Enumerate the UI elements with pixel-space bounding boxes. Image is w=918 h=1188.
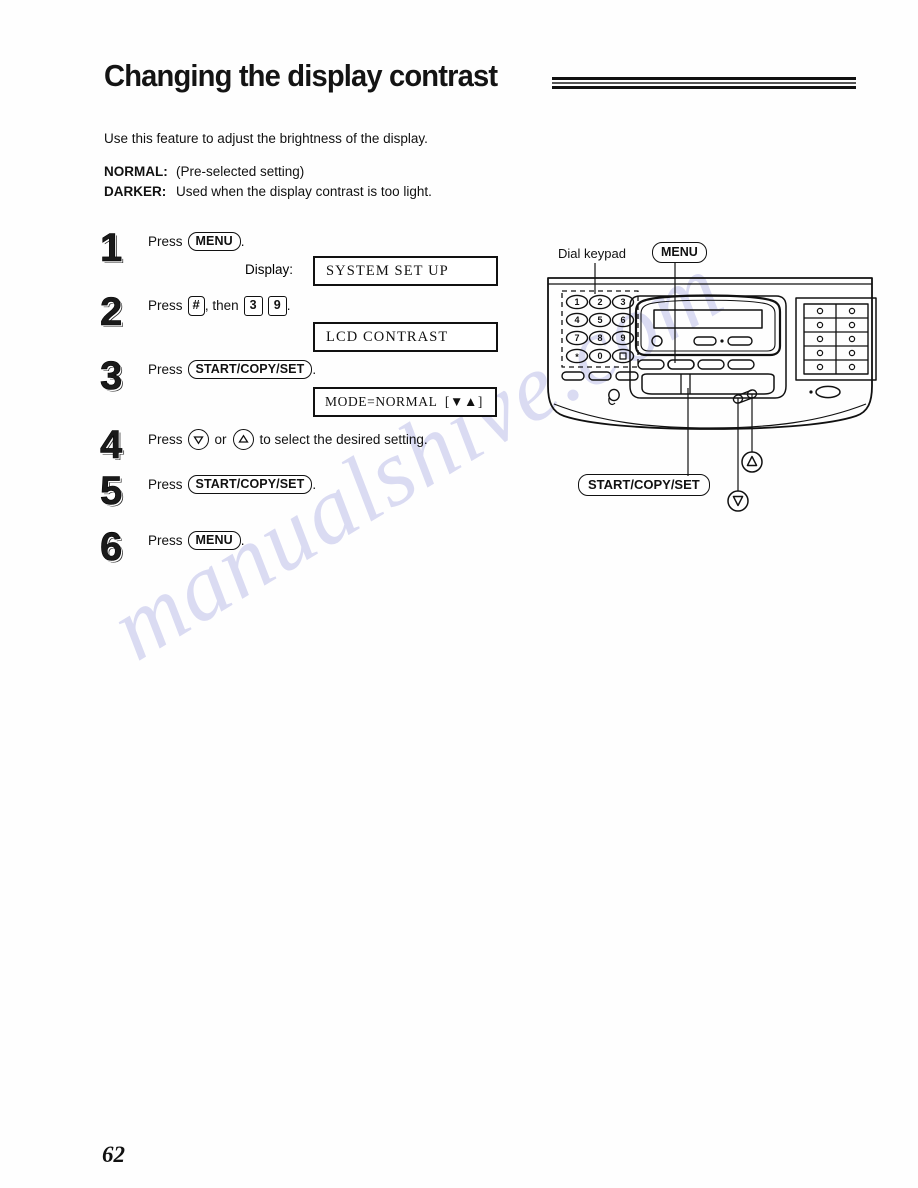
hash-key[interactable]: # (187, 296, 205, 316)
step-number-6: 6 (100, 525, 123, 569)
normal-description: (Pre-selected setting) (176, 164, 305, 179)
function-keys-row-left (561, 371, 639, 381)
step-number-4: 4 (100, 423, 123, 467)
step-number-1: 1 (100, 226, 123, 270)
svg-text:9: 9 (620, 333, 625, 343)
manual-page: manualshive.com Changing the display con… (0, 0, 918, 1188)
step-3-instruction: Press START/COPY/SET . (148, 360, 317, 380)
stop-button-dot (809, 390, 813, 394)
digit-3-key[interactable]: 3 (243, 296, 263, 316)
svg-text:4: 4 (574, 315, 579, 325)
step-2-verb: Press (148, 298, 183, 314)
menu-button-row (637, 359, 755, 370)
lcd-screen-lcd-contrast: LCD CONTRAST (313, 322, 498, 352)
step-5-period: . (312, 477, 317, 493)
svg-text:1: 1 (574, 297, 579, 307)
fax-machine-drawing: 1 2 3 4 5 6 7 8 9 * 0 (547, 263, 877, 512)
stop-button (815, 385, 841, 399)
lcd-screen-system-set-up: SYSTEM SET UP (313, 256, 498, 286)
lcd-screen-mode-normal: MODE=NORMAL [▼▲] (313, 387, 497, 417)
normal-setting-line: NORMAL: (Pre-selected setting) (104, 164, 304, 179)
step-4-instruction: Press or to select the desired setting. (148, 429, 433, 450)
display-label: Display: (245, 262, 294, 277)
step-3-period: . (312, 362, 317, 378)
svg-text:3: 3 (620, 297, 625, 307)
start-copy-set-key[interactable]: START/COPY/SET (187, 360, 313, 380)
step-4-verb: Press (148, 432, 183, 447)
darker-label: DARKER: (104, 184, 167, 199)
title-block: Changing the display contrast (104, 58, 856, 110)
one-touch-grid (803, 303, 869, 375)
title-rule (552, 77, 856, 89)
intro-text: Use this feature to adjust the brightnes… (104, 131, 428, 146)
svg-text:8: 8 (597, 333, 602, 343)
step-6-instruction: Press MENU . (148, 531, 245, 551)
page-number: 62 (102, 1142, 125, 1167)
page-title: Changing the display contrast (104, 58, 498, 93)
up-arrow-icon[interactable] (232, 429, 254, 450)
digit-9-key[interactable]: 9 (267, 296, 287, 316)
step-2-then: , then (204, 298, 239, 314)
dial-keypad-digits: 1 2 3 4 5 6 7 8 9 * 0 (574, 297, 625, 362)
step-5-verb: Press (148, 477, 183, 493)
console-round-button (651, 335, 663, 347)
step-1-period: . (240, 234, 245, 250)
down-arrow-icon[interactable] (187, 429, 209, 450)
navigation-rocker-buttons (732, 389, 758, 404)
darker-setting-line: DARKER: Used when the display contrast is… (104, 184, 432, 199)
console-dot-indicator (720, 339, 724, 343)
normal-label: NORMAL: (104, 164, 168, 179)
callout-down-arrow (727, 490, 749, 512)
menu-button (667, 359, 695, 370)
step-number-3: 3 (100, 354, 123, 398)
hook-switch-icon (608, 388, 620, 405)
darker-description: Used when the display contrast is too li… (176, 184, 432, 199)
callout-up-arrow (741, 451, 763, 473)
start-copy-set-key-2[interactable]: START/COPY/SET (187, 475, 313, 495)
console-oval-button-2 (727, 336, 753, 346)
menu-key[interactable]: MENU (187, 232, 241, 252)
svg-text:6: 6 (620, 315, 625, 325)
step-6-verb: Press (148, 533, 183, 549)
step-2-period: . (286, 298, 291, 314)
step-6-period: . (240, 533, 245, 549)
console-oval-button-1 (693, 336, 717, 346)
fax-machine-diagram: Dial keypad MENU START/COPY/SET 1 2 3 4 … (540, 236, 880, 526)
svg-text:0: 0 (597, 351, 602, 361)
keypad-hash-key (619, 352, 627, 360)
step-number-2: 2 (100, 290, 123, 334)
step-4-tail: to select the desired setting. (259, 432, 428, 447)
svg-text:2: 2 (597, 297, 602, 307)
start-copy-set-button (641, 373, 775, 395)
menu-key-2[interactable]: MENU (187, 531, 241, 551)
step-2-instruction: Press # , then 3 9 . (148, 296, 291, 316)
step-4-or: or (214, 432, 227, 447)
svg-text:5: 5 (597, 315, 602, 325)
svg-text:*: * (575, 352, 579, 362)
step-1-instruction: Press MENU . (148, 232, 245, 252)
step-3-verb: Press (148, 362, 183, 378)
step-1-verb: Press (148, 234, 183, 250)
svg-text:7: 7 (574, 333, 579, 343)
step-5-instruction: Press START/COPY/SET . (148, 475, 317, 495)
lcd-screen (653, 309, 763, 329)
step-number-5: 5 (100, 469, 123, 513)
